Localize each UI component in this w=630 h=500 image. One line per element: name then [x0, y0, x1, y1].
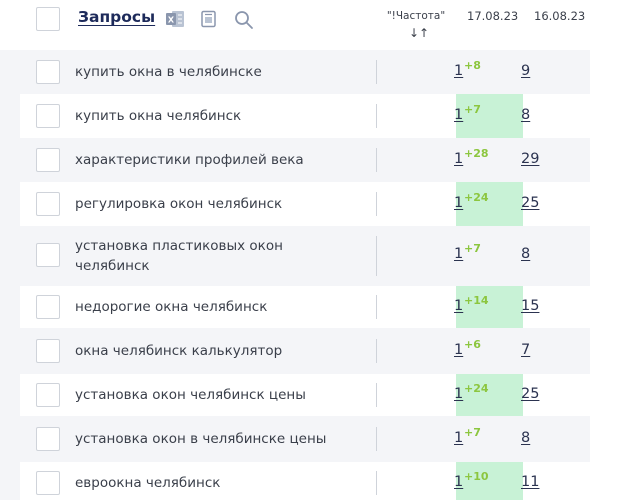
keyword-text: установка окон челябинск цены — [75, 387, 306, 403]
position-delta: +14 — [464, 294, 489, 307]
column-divider — [376, 236, 377, 276]
position-current-link[interactable]: 1 — [454, 386, 463, 402]
date-previous-header[interactable]: 16.08.23 — [534, 9, 585, 23]
position-current-link[interactable]: 1 — [454, 246, 463, 262]
position-current-link[interactable]: 1 — [454, 63, 463, 79]
keyword-text: установка пластиковых окон челябинск — [75, 238, 283, 274]
keyword-text: регулировка окон челябинск — [75, 196, 283, 212]
table-row: окна челябинск калькулятор — [20, 328, 590, 374]
excel-icon[interactable]: X — [165, 10, 185, 28]
sort-arrows-icon[interactable]: ↓↑ — [409, 26, 429, 40]
select-all-checkbox[interactable] — [36, 7, 60, 31]
keyword-text: недорогие окна челябинск — [75, 299, 268, 315]
keyword-text: купить окна челябинск — [75, 108, 242, 124]
position-delta: +28 — [464, 147, 489, 160]
row-checkbox[interactable] — [36, 192, 60, 216]
row-checkbox[interactable] — [36, 60, 60, 84]
column-divider — [376, 383, 377, 407]
row-checkbox[interactable] — [36, 427, 60, 451]
column-divider — [376, 339, 377, 363]
position-delta: +7 — [464, 242, 481, 255]
svg-text:X: X — [168, 16, 175, 25]
row-checkbox[interactable] — [36, 339, 60, 363]
export-icon[interactable] — [200, 10, 218, 28]
keyword-text: окна челябинск калькулятор — [75, 343, 283, 359]
position-previous-link[interactable]: 25 — [521, 386, 539, 402]
row-checkbox[interactable] — [36, 243, 60, 267]
position-previous-link[interactable]: 7 — [521, 342, 530, 358]
table-row: установка пластиковых окон челябинск — [20, 226, 590, 286]
table-header: Запросы X "!Частота" ↓↑ 17.08.23 16.08.2… — [0, 0, 630, 50]
column-divider — [376, 471, 377, 495]
position-current-link[interactable]: 1 — [454, 298, 463, 314]
position-previous-link[interactable]: 8 — [521, 430, 530, 446]
position-current-link[interactable]: 1 — [454, 342, 463, 358]
position-current-link[interactable]: 1 — [454, 195, 463, 211]
row-checkbox[interactable] — [36, 383, 60, 407]
table-row: характеристики профилей века — [20, 138, 590, 182]
column-divider — [376, 104, 377, 128]
row-checkbox[interactable] — [36, 104, 60, 128]
position-previous-link[interactable]: 9 — [521, 63, 530, 79]
column-divider — [376, 295, 377, 319]
keyword-text: евроокна челябинск — [75, 475, 221, 491]
keyword-text: установка окон в челябинске цены — [75, 431, 327, 447]
column-divider — [376, 192, 377, 216]
position-current-link[interactable]: 1 — [454, 151, 463, 167]
table-row: купить окна в челябинске — [20, 50, 590, 94]
position-current-link[interactable]: 1 — [454, 430, 463, 446]
keyword-text: характеристики профилей века — [75, 152, 304, 168]
column-divider — [376, 427, 377, 451]
position-previous-link[interactable]: 11 — [521, 474, 539, 490]
position-delta: +6 — [464, 338, 481, 351]
row-checkbox[interactable] — [36, 471, 60, 495]
column-divider — [376, 148, 377, 172]
table-row: евроокна челябинск — [20, 462, 590, 500]
position-delta: +7 — [464, 103, 481, 116]
position-current-link[interactable]: 1 — [454, 474, 463, 490]
position-delta: +7 — [464, 426, 481, 439]
table-row: установка окон челябинск цены — [20, 374, 590, 416]
keyword-text: купить окна в челябинске — [75, 64, 262, 80]
position-previous-link[interactable]: 29 — [521, 151, 539, 167]
column-divider — [376, 60, 377, 84]
position-previous-link[interactable]: 15 — [521, 298, 539, 314]
position-delta: +10 — [464, 470, 489, 483]
left-gutter — [0, 0, 20, 500]
row-checkbox[interactable] — [36, 295, 60, 319]
queries-title[interactable]: Запросы — [78, 8, 155, 26]
position-delta: +24 — [464, 382, 489, 395]
position-previous-link[interactable]: 8 — [521, 107, 530, 123]
date-current-header[interactable]: 17.08.23 — [467, 9, 518, 23]
position-current-link[interactable]: 1 — [454, 107, 463, 123]
table-row: регулировка окон челябинск — [20, 182, 590, 226]
search-icon[interactable] — [234, 10, 254, 30]
table-row: недорогие окна челябинск — [20, 286, 590, 328]
table-row: купить окна челябинск — [20, 94, 590, 138]
table-row: установка окон в челябинске цены — [20, 416, 590, 462]
position-previous-link[interactable]: 8 — [521, 246, 530, 262]
position-previous-link[interactable]: 25 — [521, 195, 539, 211]
position-delta: +8 — [464, 59, 481, 72]
position-delta: +24 — [464, 191, 489, 204]
row-checkbox[interactable] — [36, 148, 60, 172]
frequency-column-header[interactable]: "!Частота" — [385, 9, 447, 23]
